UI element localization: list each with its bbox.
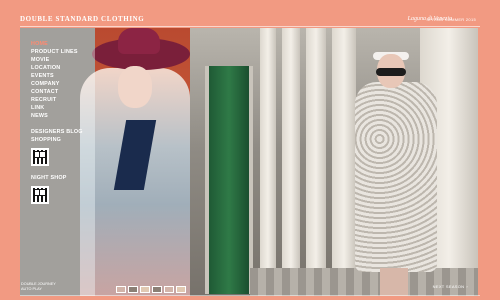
photo-green-door bbox=[205, 66, 253, 294]
top-divider bbox=[20, 26, 480, 27]
season-label: SPRING SUMMER 2015 bbox=[426, 17, 476, 22]
nav-group-blog: DESIGNERS BLOG SHOPPING bbox=[31, 128, 83, 166]
thumbnail-strip bbox=[116, 286, 186, 293]
photo-column bbox=[332, 28, 356, 296]
nav-item-link[interactable]: LINK bbox=[31, 104, 78, 112]
model-right-sunglasses bbox=[376, 68, 406, 76]
nav-item-designers-blog[interactable]: DESIGNERS BLOG bbox=[31, 128, 83, 136]
photo-column bbox=[260, 28, 276, 296]
nav-panel: HOME PRODUCT LINES MOVIE LOCATION EVENTS… bbox=[20, 28, 95, 296]
nav-item-events[interactable]: EVENTS bbox=[31, 72, 78, 80]
bottom-divider bbox=[20, 295, 480, 296]
model-left-face bbox=[118, 66, 152, 108]
hero-stage: HOME PRODUCT LINES MOVIE LOCATION EVENTS… bbox=[20, 28, 478, 296]
thumbnail[interactable] bbox=[152, 286, 162, 293]
nav-item-home[interactable]: HOME bbox=[31, 40, 78, 48]
model-right-legs bbox=[380, 268, 408, 296]
chevron-right-icon: › bbox=[466, 284, 468, 289]
top-bar: DOUBLE STANDARD CLOTHING Laguna di Venez… bbox=[0, 0, 500, 28]
model-left-hat-crown bbox=[118, 28, 160, 54]
next-season-label: NEXT SEASON bbox=[432, 284, 465, 289]
thumbnail[interactable] bbox=[116, 286, 126, 293]
nav-item-contact[interactable]: CONTACT bbox=[31, 88, 78, 96]
auto-play-toggle[interactable]: AUTO PLAY bbox=[21, 287, 56, 292]
thumbnail[interactable] bbox=[176, 286, 186, 293]
next-season-link[interactable]: NEXT SEASON › bbox=[433, 284, 468, 289]
qr-code-icon[interactable] bbox=[31, 148, 49, 166]
nav-item-news[interactable]: NEWS bbox=[31, 112, 78, 120]
nav-item-night-shop[interactable]: NIGHT SHOP bbox=[31, 174, 67, 182]
nav-item-shopping[interactable]: SHOPPING bbox=[31, 136, 83, 144]
photo-column bbox=[306, 28, 326, 296]
nav-item-company[interactable]: COMPANY bbox=[31, 80, 78, 88]
brand-logo[interactable]: DOUBLE STANDARD CLOTHING bbox=[20, 15, 144, 23]
slideshow-controls: DOUBLE JOURNEY AUTO PLAY bbox=[21, 282, 56, 292]
nav-item-product-lines[interactable]: PRODUCT LINES bbox=[31, 48, 78, 56]
thumbnail[interactable] bbox=[164, 286, 174, 293]
thumbnail[interactable] bbox=[140, 286, 150, 293]
thumbnail[interactable] bbox=[128, 286, 138, 293]
main-nav: HOME PRODUCT LINES MOVIE LOCATION EVENTS… bbox=[31, 40, 78, 120]
nav-item-movie[interactable]: MOVIE bbox=[31, 56, 78, 64]
nav-item-recruit[interactable]: RECRUIT bbox=[31, 96, 78, 104]
qr-code-icon[interactable] bbox=[31, 186, 49, 204]
nav-item-location[interactable]: LOCATION bbox=[31, 64, 78, 72]
model-right-dress bbox=[355, 82, 437, 272]
photo-floor bbox=[250, 268, 478, 296]
photo-column bbox=[282, 28, 300, 296]
nav-group-night-shop: NIGHT SHOP bbox=[31, 174, 67, 204]
